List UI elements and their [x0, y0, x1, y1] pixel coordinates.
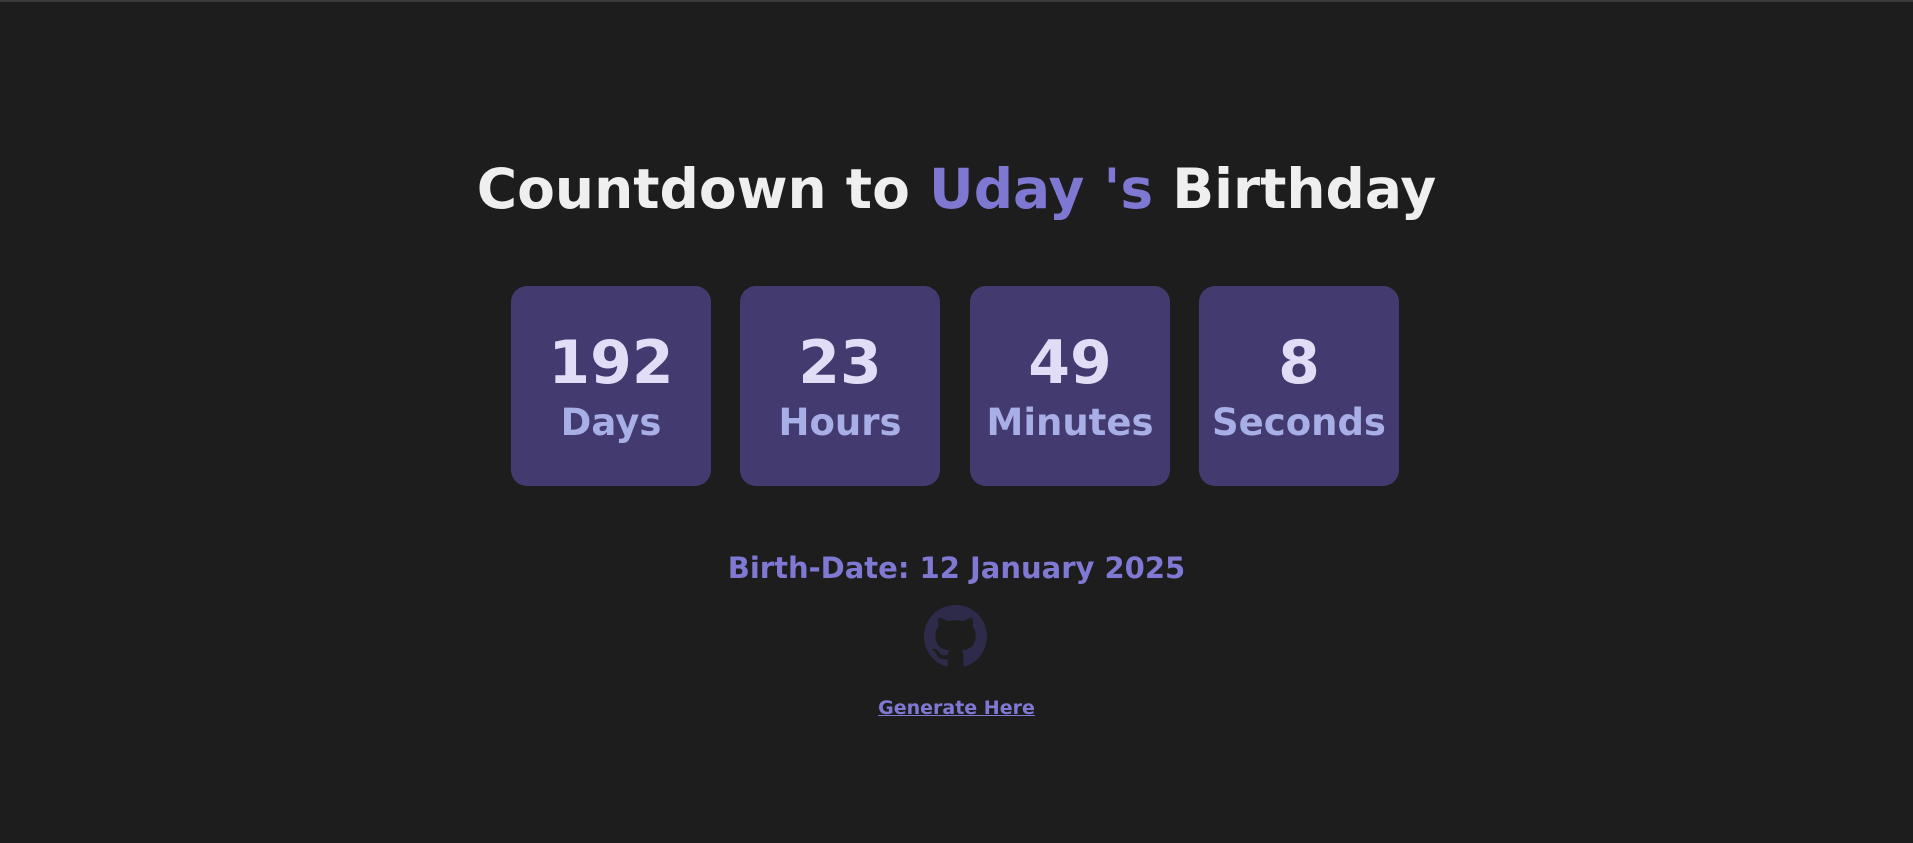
days-label: Days	[560, 401, 662, 444]
countdown-minutes-tile: 49 Minutes	[970, 286, 1170, 486]
generate-here-link[interactable]: Generate Here	[878, 697, 1035, 719]
countdown-page: Countdown to Uday 's Birthday 192 Days 2…	[0, 0, 1913, 843]
title-suffix: Birthday	[1153, 157, 1437, 221]
minutes-value: 49	[1028, 328, 1112, 398]
seconds-value: 8	[1278, 328, 1320, 398]
birth-date-text: Birth-Date: 12 January 2025	[727, 551, 1186, 585]
countdown-seconds-tile: 8 Seconds	[1199, 286, 1399, 486]
github-icon[interactable]	[924, 605, 987, 668]
days-value: 192	[548, 328, 674, 398]
seconds-label: Seconds	[1212, 401, 1386, 444]
countdown-hours-tile: 23 Hours	[740, 286, 940, 486]
generate-link-row: Generate Here	[0, 696, 1913, 720]
minutes-label: Minutes	[986, 401, 1154, 444]
page-title: Countdown to Uday 's Birthday	[0, 152, 1913, 226]
title-prefix: Countdown to	[476, 157, 930, 221]
birthday-person-name: Uday 's	[929, 157, 1154, 221]
countdown-timer: 192 Days 23 Hours 49 Minutes 8 Seconds	[511, 286, 1399, 486]
countdown-days-tile: 192 Days	[511, 286, 711, 486]
hours-value: 23	[798, 328, 882, 398]
hours-label: Hours	[778, 401, 902, 444]
